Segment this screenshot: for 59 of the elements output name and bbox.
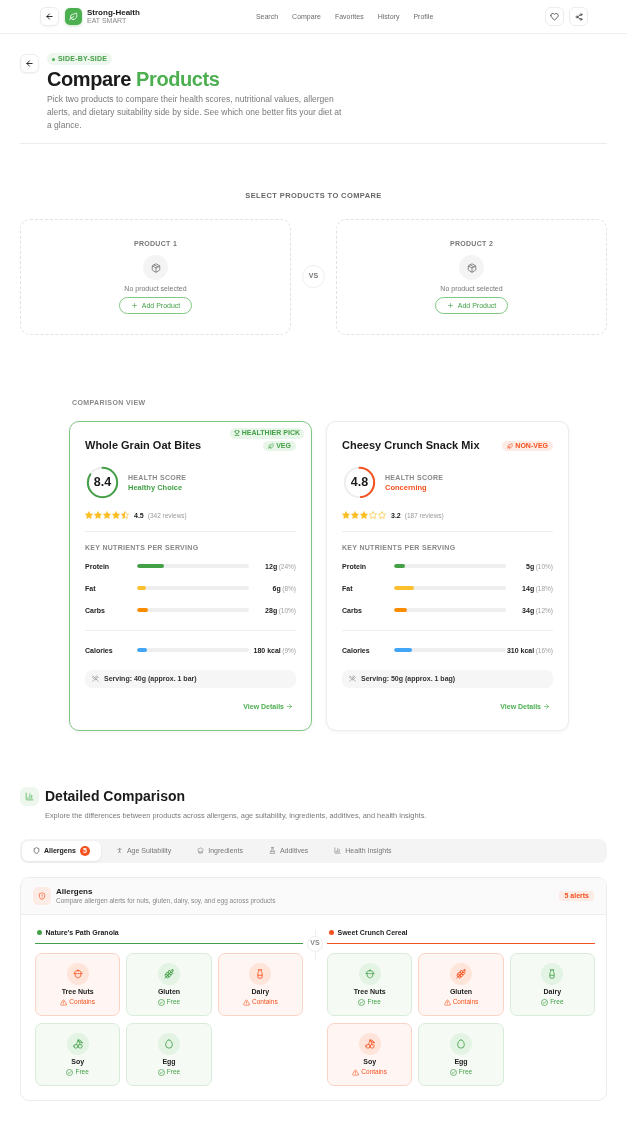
shield-alert-icon xyxy=(33,886,51,905)
milk-bottle-icon xyxy=(249,963,272,986)
arrow-right-icon xyxy=(286,702,293,710)
score-ring xyxy=(343,465,376,499)
check-circle-icon xyxy=(157,1068,165,1076)
warning-icon xyxy=(60,998,68,1006)
leaf-icon xyxy=(507,443,514,450)
package-icon xyxy=(143,255,168,281)
back-button[interactable] xyxy=(20,54,39,73)
health-score-value: 4.8 xyxy=(350,475,369,490)
leaf-logo-icon xyxy=(65,8,82,25)
egg-icon xyxy=(450,1033,472,1056)
bar-chart-icon xyxy=(20,786,39,806)
brand-name: Strong-Health xyxy=(87,8,140,17)
warning-icon xyxy=(443,998,451,1006)
health-score-value: 8.4 xyxy=(93,475,112,490)
share-icon xyxy=(574,12,583,21)
plus-icon xyxy=(130,302,138,310)
heart-icon xyxy=(550,12,559,21)
page-title: Compare Products xyxy=(47,68,220,90)
back-arrow-icon xyxy=(25,59,34,68)
back-arrow-icon xyxy=(45,12,54,21)
score-ring xyxy=(86,465,119,499)
acorn-icon xyxy=(358,963,381,986)
utensils-icon xyxy=(92,675,99,683)
section-title: Detailed Comparison xyxy=(45,786,187,805)
favorite-button[interactable] xyxy=(545,7,564,26)
check-circle-icon xyxy=(358,998,366,1006)
page-description: Pick two products to compare their health scores, nutritional values, allergen alerts, and dietary suitability side by side. See which one better fits your diet at a glance. xyxy=(47,93,343,133)
shield-icon xyxy=(33,847,40,855)
warning-icon xyxy=(243,998,250,1006)
share-button[interactable] xyxy=(569,7,588,26)
check-circle-icon xyxy=(449,1068,457,1076)
person-icon xyxy=(115,847,123,855)
package-icon xyxy=(459,255,484,281)
product-title: Cheesy Crunch Snack Mix xyxy=(342,437,480,452)
milk-bottle-icon xyxy=(541,963,564,986)
wheat-icon xyxy=(158,963,180,986)
utensils-icon xyxy=(349,675,356,683)
acorn-icon xyxy=(66,963,89,986)
check-circle-icon xyxy=(157,998,165,1006)
check-circle-icon xyxy=(541,998,549,1006)
product-title: Whole Grain Oat Bites xyxy=(85,437,202,452)
leaf-icon xyxy=(268,443,275,450)
cherries-icon xyxy=(358,1033,381,1056)
cherries-icon xyxy=(66,1033,89,1056)
plus-icon xyxy=(446,302,454,310)
warning-icon xyxy=(352,1068,360,1076)
wheat-icon xyxy=(450,963,472,986)
arrow-right-icon xyxy=(543,702,550,710)
panel-title: Allergens xyxy=(56,886,94,897)
bar-chart-icon xyxy=(334,847,342,855)
check-circle-icon xyxy=(66,1068,74,1076)
chef-hat-icon xyxy=(197,847,205,855)
egg-icon xyxy=(158,1033,180,1056)
half-star-icon xyxy=(121,511,129,520)
back-button[interactable] xyxy=(40,7,59,26)
trophy-icon xyxy=(233,430,240,437)
flask-icon xyxy=(268,847,276,855)
